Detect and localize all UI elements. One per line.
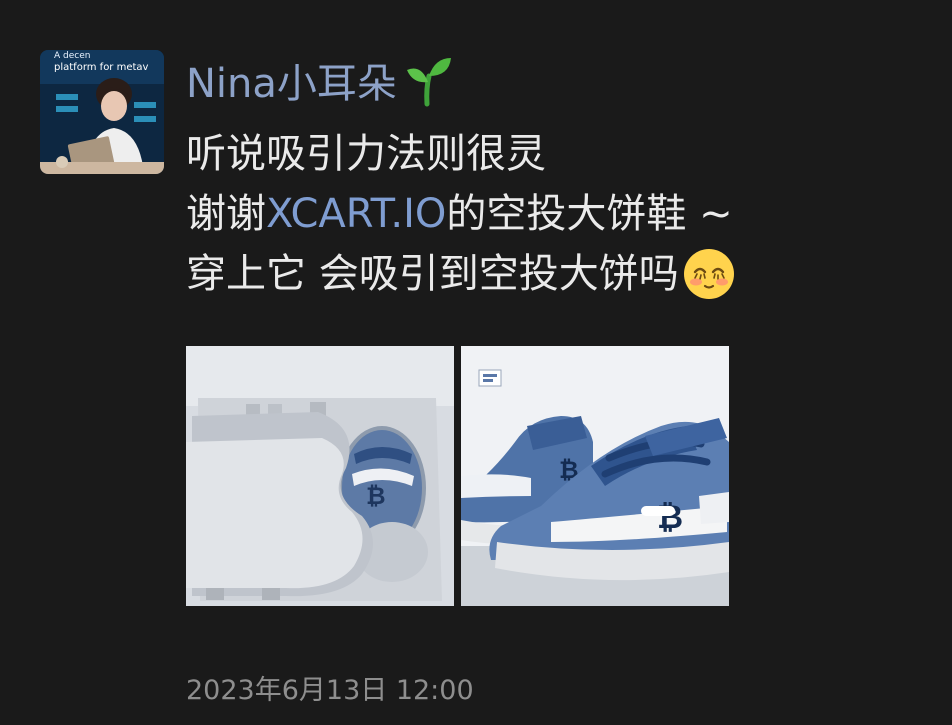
post-line-text: 听说吸引力法则很灵 (186, 131, 546, 177)
avatar-banner-line-2: platform for metav (54, 62, 149, 73)
author-avatar[interactable]: A decen platform for metav (40, 50, 164, 174)
svg-text:₿: ₿ (657, 498, 683, 536)
post-line: 谢谢 XCART.IO 的空投大饼鞋 ~ (186, 184, 926, 244)
avatar-image: A decen platform for metav (40, 50, 164, 174)
shy-smile-icon (681, 246, 737, 302)
post-line-prefix: 谢谢 (186, 191, 266, 237)
bitcoin-sneaker-photo[interactable]: ₿ ₿ (461, 346, 729, 606)
xcart-link[interactable]: XCART.IO (266, 184, 446, 244)
post-line: 听说吸引力法则很灵 (186, 124, 926, 184)
post-line-suffix: 的空投大饼鞋 ~ (446, 191, 733, 237)
post-timestamp: 2023年6月13日 12:00 (186, 675, 474, 706)
post-content: 听说吸引力法则很灵 谢谢 XCART.IO 的空投大饼鞋 ~ 穿上它 会吸引到空投大… (186, 124, 926, 304)
author-name[interactable]: Nina小耳朵 (186, 52, 455, 108)
author-name-text: Nina小耳朵 (186, 61, 397, 107)
svg-text:₿: ₿ (366, 482, 386, 510)
bitcoin-box-photo[interactable]: ₿ (186, 346, 454, 606)
sprout-icon (399, 52, 455, 108)
avatar-banner-line-1: A decen (54, 51, 90, 61)
post-line: 穿上它 会吸引到空投大饼吗 (186, 244, 926, 304)
post-line-text: 穿上它 会吸引到空投大饼吗 (186, 251, 679, 297)
